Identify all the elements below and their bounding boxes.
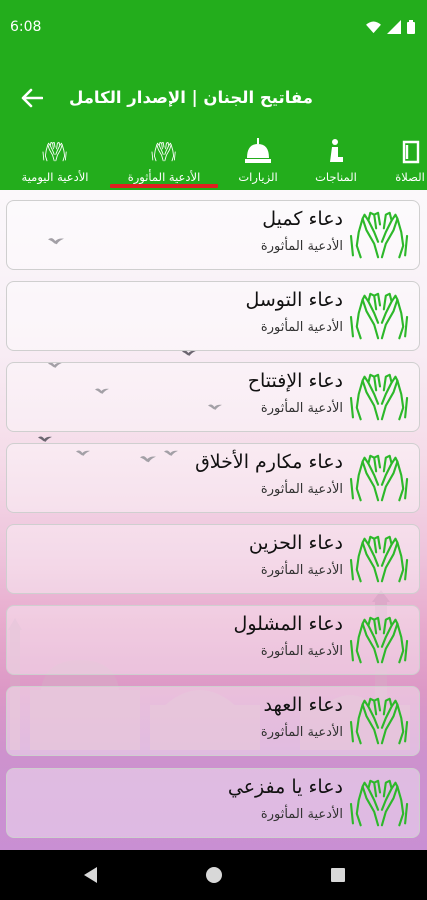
back-button[interactable] — [18, 84, 46, 112]
square-recents-icon — [331, 868, 345, 882]
prayer-category: الأدعية المأثورة — [260, 482, 343, 497]
prayer-category: الأدعية المأثورة — [260, 644, 343, 659]
praying-hands-icon — [349, 612, 411, 670]
prayer-category: الأدعية المأثورة — [260, 320, 343, 335]
prayer-card[interactable]: دعاء العهد الأدعية المأثورة — [6, 686, 420, 756]
prayer-title: دعاء المشلول — [233, 613, 343, 635]
prayer-card[interactable]: دعاء مكارم الأخلاق الأدعية المأثورة — [6, 443, 420, 513]
tab-label: الأدعية المأثورة — [127, 170, 201, 184]
prayer-title: دعاء الإفتتاح — [247, 370, 343, 392]
praying-hands-icon — [349, 369, 411, 427]
tab-munajat[interactable]: المناجات — [306, 132, 366, 190]
system-navigation-bar — [0, 850, 427, 900]
status-time: 6:08 — [10, 19, 42, 35]
tab-label: الصلاة — [395, 170, 425, 184]
battery-icon — [407, 19, 415, 38]
triangle-back-icon — [84, 867, 97, 883]
nav-home-button[interactable] — [202, 863, 226, 887]
tab-bar: الصلاة المناجات الزيارات الأدعية المأثور… — [0, 132, 427, 190]
prayer-card[interactable]: دعاء الحزين الأدعية المأثورة — [6, 524, 420, 594]
praying-person-icon — [326, 132, 346, 164]
tab-label: الأدعية اليومية — [21, 170, 89, 184]
praying-hands-icon — [349, 288, 411, 346]
praying-hands-icon — [349, 450, 411, 508]
status-icons — [366, 19, 415, 38]
selected-tab-indicator — [110, 184, 218, 188]
prayer-category: الأدعية المأثورة — [260, 807, 343, 822]
prayer-category: الأدعية المأثورة — [260, 239, 343, 254]
tab-daily[interactable]: الأدعية اليومية — [10, 132, 100, 190]
prayer-title: دعاء التوسل — [245, 289, 344, 311]
prayer-card[interactable]: دعاء كميل الأدعية المأثورة — [6, 200, 420, 270]
praying-hands-icon — [349, 531, 411, 589]
prayer-card[interactable]: دعاء التوسل الأدعية المأثورة — [6, 281, 420, 351]
book-icon — [400, 132, 420, 164]
tab-maathoura[interactable]: الأدعية المأثورة — [114, 132, 214, 190]
prayer-card[interactable]: دعاء المشلول الأدعية المأثورة — [6, 605, 420, 675]
prayer-list[interactable]: دعاء كميل الأدعية المأثورة دعاء التوسل ا… — [0, 190, 427, 850]
circle-home-icon — [206, 867, 222, 883]
prayer-category: الأدعية المأثورة — [260, 725, 343, 740]
prayer-title: دعاء مكارم الأخلاق — [195, 451, 343, 473]
prayer-category: الأدعية المأثورة — [260, 563, 343, 578]
tab-label: المناجات — [315, 170, 357, 184]
prayer-category: الأدعية المأثورة — [260, 401, 343, 416]
prayer-card[interactable]: دعاء الإفتتاح الأدعية المأثورة — [6, 362, 420, 432]
prayer-title: دعاء العهد — [263, 694, 343, 716]
prayer-card[interactable]: دعاء يا مفزعي الأدعية المأثورة — [6, 768, 420, 838]
dome-icon — [244, 132, 272, 164]
prayer-title: دعاء يا مفزعي — [227, 776, 343, 798]
wifi-icon — [366, 19, 381, 38]
prayer-title: دعاء كميل — [262, 208, 343, 230]
tab-salat[interactable]: الصلاة — [380, 132, 427, 190]
signal-icon — [387, 19, 401, 38]
nav-back-button[interactable] — [78, 863, 102, 887]
praying-hands-icon — [41, 132, 69, 164]
page-title: مفاتيح الجنان | الإصدار الكامل — [68, 88, 313, 107]
back-arrow-icon — [21, 88, 43, 108]
praying-hands-icon — [349, 775, 411, 833]
status-bar: 6:08 — [0, 0, 427, 56]
prayer-title: دعاء الحزين — [248, 532, 343, 554]
app-bar: مفاتيح الجنان | الإصدار الكامل الصلاة ال… — [0, 56, 427, 190]
praying-hands-icon — [349, 693, 411, 751]
nav-recents-button[interactable] — [326, 863, 350, 887]
praying-hands-icon — [150, 132, 178, 164]
tab-ziyarat[interactable]: الزيارات — [226, 132, 290, 190]
praying-hands-icon — [349, 207, 411, 265]
tab-label: الزيارات — [238, 170, 278, 184]
